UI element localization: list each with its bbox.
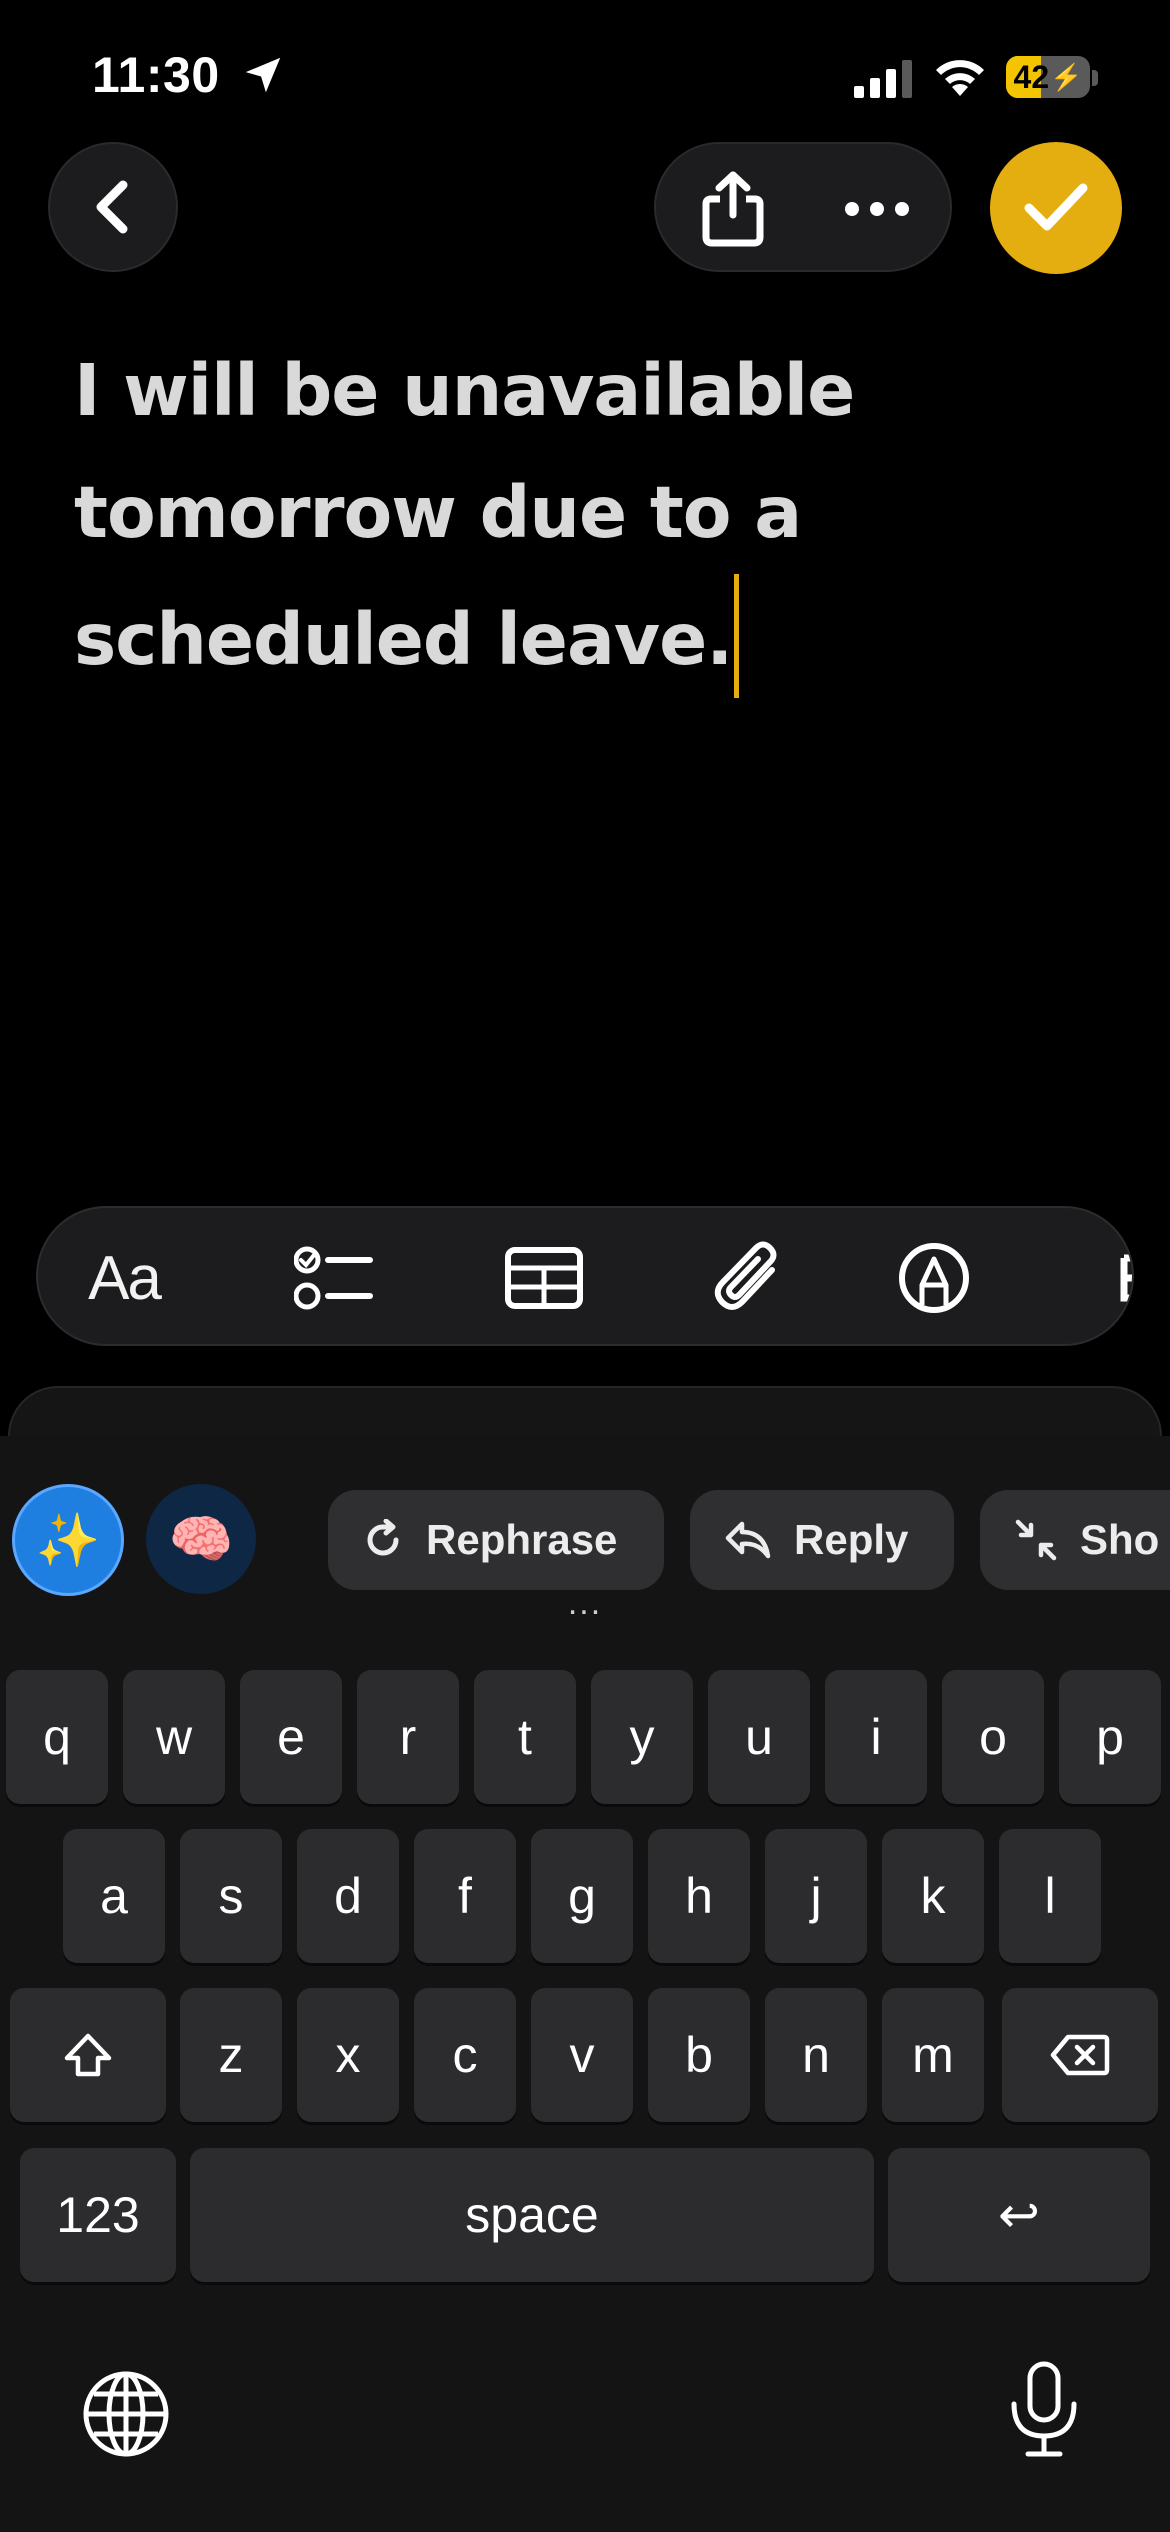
delete-icon bbox=[1050, 2034, 1110, 2076]
more-options-button[interactable] bbox=[830, 162, 924, 256]
reply-chip[interactable]: Reply bbox=[690, 1490, 954, 1590]
shorten-chip-label: Sho bbox=[1080, 1516, 1160, 1563]
checkmark-icon bbox=[1024, 183, 1088, 231]
battery-indicator: 42 ⚡ bbox=[1006, 56, 1090, 98]
reply-chip-label: Reply bbox=[794, 1516, 909, 1563]
ellipsis-icon bbox=[845, 202, 909, 216]
done-button[interactable] bbox=[990, 142, 1122, 274]
key-n[interactable]: n bbox=[765, 1988, 867, 2122]
key-j[interactable]: j bbox=[765, 1829, 867, 1963]
status-time: 11:30 bbox=[92, 47, 220, 103]
text-style-button[interactable]: Aa bbox=[74, 1228, 174, 1328]
return-key[interactable]: ↩ bbox=[888, 2148, 1150, 2282]
ai-suggestion-bar: ✨ 🧠 Rephrase Reply Sho bbox=[0, 1460, 1170, 1596]
table-icon bbox=[505, 1247, 583, 1309]
table-button[interactable] bbox=[494, 1228, 594, 1328]
key-b[interactable]: b bbox=[648, 1988, 750, 2122]
chevron-left-icon bbox=[96, 180, 128, 234]
markup-button[interactable] bbox=[884, 1228, 984, 1328]
status-bar: 11:30 42 ⚡ bbox=[0, 0, 1170, 150]
battery-nub bbox=[1092, 70, 1098, 86]
sparkles-icon: ✨ bbox=[35, 1511, 101, 1570]
rephrase-icon bbox=[367, 1519, 399, 1556]
key-o[interactable]: o bbox=[942, 1670, 1044, 1804]
markup-icon bbox=[899, 1243, 969, 1313]
key-v[interactable]: v bbox=[531, 1988, 633, 2122]
attachment-button[interactable] bbox=[698, 1228, 798, 1328]
key-z[interactable]: z bbox=[180, 1988, 282, 2122]
key-q[interactable]: q bbox=[6, 1670, 108, 1804]
keyboard-bottom-bar bbox=[0, 2306, 1170, 2532]
key-k[interactable]: k bbox=[882, 1829, 984, 1963]
attachment-icon bbox=[714, 1241, 777, 1310]
text-caret bbox=[734, 574, 740, 698]
microphone-icon[interactable] bbox=[1006, 2360, 1082, 2460]
note-body-editor[interactable]: I will be unavailable tomorrow due to a … bbox=[74, 330, 1094, 701]
reply-icon bbox=[725, 1521, 771, 1559]
space-key[interactable]: space bbox=[190, 2148, 874, 2282]
key-h[interactable]: h bbox=[648, 1829, 750, 1963]
key-u[interactable]: u bbox=[708, 1670, 810, 1804]
key-m[interactable]: m bbox=[882, 1988, 984, 2122]
delete-key[interactable] bbox=[1002, 1988, 1158, 2122]
key-l[interactable]: l bbox=[999, 1829, 1101, 1963]
shorten-chip[interactable]: Sho bbox=[980, 1490, 1170, 1590]
globe-icon[interactable] bbox=[80, 2368, 172, 2460]
checklist-icon bbox=[294, 1246, 373, 1310]
key-g[interactable]: g bbox=[531, 1829, 633, 1963]
key-y[interactable]: y bbox=[591, 1670, 693, 1804]
key-f[interactable]: f bbox=[414, 1829, 516, 1963]
location-arrow-icon bbox=[245, 57, 281, 93]
checklist-button[interactable] bbox=[284, 1228, 384, 1328]
suggestion-more-dots[interactable]: ... bbox=[560, 1584, 610, 1623]
brain-icon: 🧠 bbox=[168, 1510, 234, 1569]
key-c[interactable]: c bbox=[414, 1988, 516, 2122]
back-button[interactable] bbox=[48, 142, 178, 272]
formatting-toolbar: Aa bbox=[36, 1206, 1134, 1346]
ai-brain-button[interactable]: 🧠 bbox=[146, 1484, 256, 1594]
ai-sparkle-button[interactable]: ✨ bbox=[12, 1484, 124, 1596]
key-a[interactable]: a bbox=[63, 1829, 165, 1963]
rephrase-chip-label: Rephrase bbox=[426, 1516, 618, 1563]
key-i[interactable]: i bbox=[825, 1670, 927, 1804]
cellular-signal-icon bbox=[854, 60, 912, 98]
more-tools-icon bbox=[1120, 1254, 1132, 1302]
key-r[interactable]: r bbox=[357, 1670, 459, 1804]
shorten-icon bbox=[1015, 1519, 1057, 1561]
key-e[interactable]: e bbox=[240, 1670, 342, 1804]
key-x[interactable]: x bbox=[297, 1988, 399, 2122]
wifi-icon bbox=[936, 60, 984, 96]
key-d[interactable]: d bbox=[297, 1829, 399, 1963]
key-s[interactable]: s bbox=[180, 1829, 282, 1963]
key-t[interactable]: t bbox=[474, 1670, 576, 1804]
rephrase-chip[interactable]: Rephrase bbox=[328, 1490, 664, 1590]
more-tools-button[interactable] bbox=[1084, 1228, 1132, 1328]
battery-level: 42 ⚡ bbox=[1013, 58, 1083, 95]
share-button[interactable] bbox=[686, 162, 780, 256]
shift-icon bbox=[64, 2033, 112, 2077]
share-icon bbox=[702, 171, 764, 247]
shift-key[interactable] bbox=[10, 1988, 166, 2122]
note-actions-group bbox=[654, 142, 952, 272]
text-style-icon: Aa bbox=[88, 1243, 162, 1313]
numbers-key[interactable]: 123 bbox=[20, 2148, 176, 2282]
key-p[interactable]: p bbox=[1059, 1670, 1161, 1804]
key-w[interactable]: w bbox=[123, 1670, 225, 1804]
